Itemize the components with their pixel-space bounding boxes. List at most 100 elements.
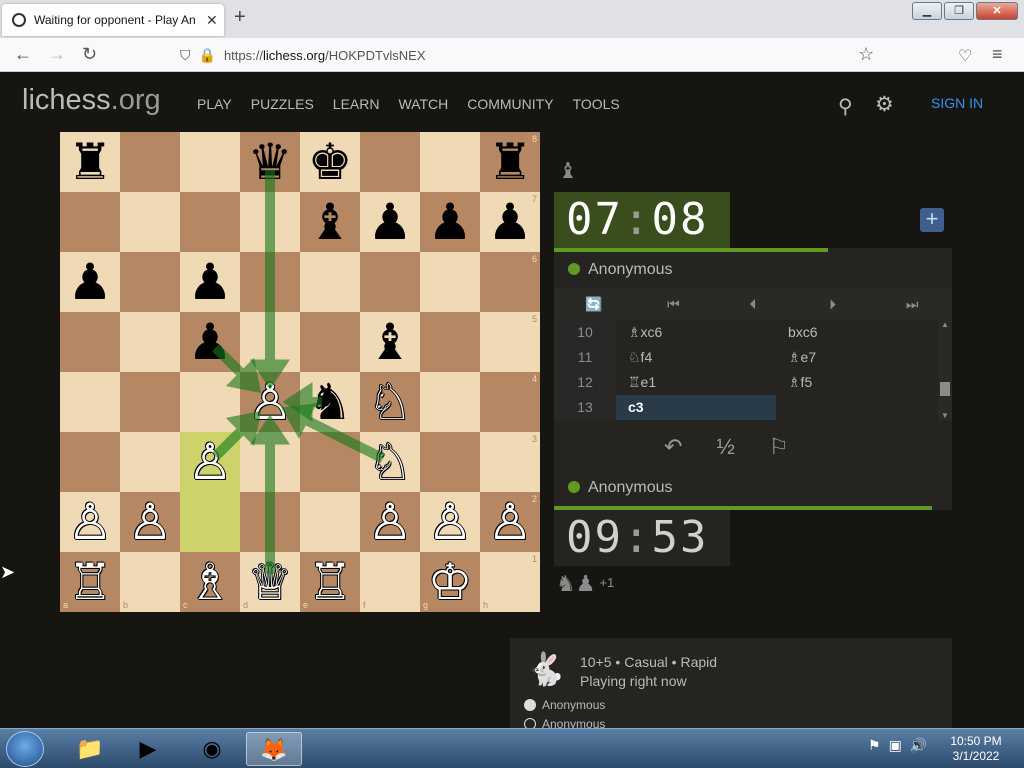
square-a7[interactable] — [60, 192, 120, 252]
square-g5[interactable] — [420, 312, 480, 372]
square-b4[interactable] — [120, 372, 180, 432]
white-piece-d4[interactable]: ♙ — [240, 372, 300, 432]
square-h5[interactable] — [480, 312, 540, 372]
minimize-button[interactable]: ▁ — [912, 2, 942, 20]
black-piece-f7[interactable]: ♟ — [360, 192, 420, 252]
prev-move-icon[interactable]: ⏴ — [713, 288, 793, 320]
firefox-icon[interactable]: 🦊 — [246, 732, 302, 766]
square-b5[interactable] — [120, 312, 180, 372]
square-c4[interactable] — [180, 372, 240, 432]
square-g3[interactable] — [420, 432, 480, 492]
black-piece-e7[interactable]: ♝ — [300, 192, 360, 252]
last-move-icon[interactable]: ⏭ — [872, 288, 952, 320]
player-top[interactable]: Anonymous — [554, 252, 952, 288]
action-center-icon[interactable]: ⚑ — [868, 737, 881, 754]
square-h6[interactable] — [480, 252, 540, 312]
nav-puzzles[interactable]: PUZZLES — [251, 96, 314, 112]
square-f6[interactable] — [360, 252, 420, 312]
white-piece-g1[interactable]: ♔ — [420, 552, 480, 612]
close-window-button[interactable]: ✕ — [976, 2, 1018, 20]
chrome-icon[interactable]: ◉ — [184, 732, 240, 766]
square-d5[interactable] — [240, 312, 300, 372]
square-e6[interactable] — [300, 252, 360, 312]
first-move-icon[interactable]: ⏮ — [634, 288, 714, 320]
black-piece-f5[interactable]: ♝ — [360, 312, 420, 372]
square-f1[interactable] — [360, 552, 420, 612]
white-piece-a2[interactable]: ♙ — [60, 492, 120, 552]
menu-icon[interactable]: ≡ — [992, 44, 1003, 65]
resign-flag-icon[interactable]: ⚐ — [769, 434, 789, 460]
white-piece-h2[interactable]: ♙ — [480, 492, 540, 552]
square-a3[interactable] — [60, 432, 120, 492]
square-c2[interactable] — [180, 492, 240, 552]
square-h4[interactable] — [480, 372, 540, 432]
square-d2[interactable] — [240, 492, 300, 552]
square-b1[interactable] — [120, 552, 180, 612]
black-move[interactable] — [776, 395, 936, 420]
nav-community[interactable]: COMMUNITY — [467, 96, 553, 112]
sign-in-link[interactable]: SIGN IN — [931, 95, 983, 111]
nav-tools[interactable]: TOOLS — [573, 96, 620, 112]
black-move[interactable]: bxc6 — [776, 320, 936, 345]
back-icon[interactable]: ← — [14, 44, 32, 65]
square-b7[interactable] — [120, 192, 180, 252]
square-a4[interactable] — [60, 372, 120, 432]
white-move[interactable]: ♘f4 — [616, 345, 776, 370]
nav-learn[interactable]: LEARN — [333, 96, 380, 112]
square-b3[interactable] — [120, 432, 180, 492]
square-c7[interactable] — [180, 192, 240, 252]
white-piece-f3[interactable]: ♘ — [360, 432, 420, 492]
file-explorer-icon[interactable]: 📁 — [62, 732, 118, 766]
black-move[interactable]: ♗e7 — [776, 345, 936, 370]
start-button[interactable] — [6, 731, 44, 767]
square-c8[interactable] — [180, 132, 240, 192]
reload-icon[interactable]: ↻ — [82, 44, 97, 65]
offer-draw-button[interactable]: ½ — [716, 434, 734, 460]
next-move-icon[interactable]: ⏵ — [793, 288, 873, 320]
white-piece-c1[interactable]: ♗ — [180, 552, 240, 612]
square-d7[interactable] — [240, 192, 300, 252]
nav-watch[interactable]: WATCH — [398, 96, 448, 112]
scroll-thumb[interactable] — [940, 382, 950, 396]
white-piece-g2[interactable]: ♙ — [420, 492, 480, 552]
white-piece-a1[interactable]: ♖ — [60, 552, 120, 612]
maximize-button[interactable]: ❐ — [944, 2, 974, 20]
network-icon[interactable]: ▣ — [889, 737, 902, 754]
flip-board-icon[interactable]: 🔄 — [554, 288, 634, 320]
search-icon[interactable]: ⚲ — [838, 94, 853, 119]
black-piece-d8[interactable]: ♛ — [240, 132, 300, 192]
square-f8[interactable] — [360, 132, 420, 192]
white-piece-f4[interactable]: ♘ — [360, 372, 420, 432]
black-piece-c6[interactable]: ♟ — [180, 252, 240, 312]
add-time-button[interactable]: + — [920, 208, 944, 232]
pocket-icon[interactable]: ♡ — [958, 46, 972, 66]
bookmark-star-icon[interactable]: ☆ — [858, 44, 874, 65]
site-logo[interactable]: lichess.org — [22, 84, 161, 117]
info-player-white[interactable]: Anonymous — [524, 698, 605, 712]
square-g4[interactable] — [420, 372, 480, 432]
square-g6[interactable] — [420, 252, 480, 312]
square-h3[interactable] — [480, 432, 540, 492]
system-clock[interactable]: 10:50 PM 3/1/2022 — [946, 734, 1006, 764]
black-move[interactable]: ♗f5 — [776, 370, 936, 395]
square-d6[interactable] — [240, 252, 300, 312]
forward-icon[interactable]: → — [48, 44, 66, 65]
white-move[interactable]: ♖e1 — [616, 370, 776, 395]
square-d3[interactable] — [240, 432, 300, 492]
white-piece-e1[interactable]: ♖ — [300, 552, 360, 612]
black-piece-e8[interactable]: ♚ — [300, 132, 360, 192]
square-b6[interactable] — [120, 252, 180, 312]
url-bar[interactable]: ⛉ 🔒 https://lichess.org/HOKPDTvlsNEX — [180, 43, 880, 67]
move-list-scrollbar[interactable]: ▲ ▼ — [938, 320, 952, 420]
square-h1[interactable] — [480, 552, 540, 612]
black-piece-g7[interactable]: ♟ — [420, 192, 480, 252]
white-piece-c3[interactable]: ♙ — [180, 432, 240, 492]
nav-play[interactable]: PLAY — [197, 96, 232, 112]
volume-icon[interactable]: 🔊 — [910, 737, 927, 754]
square-e2[interactable] — [300, 492, 360, 552]
white-piece-f2[interactable]: ♙ — [360, 492, 420, 552]
current-move[interactable]: c3 — [616, 395, 776, 420]
square-g8[interactable] — [420, 132, 480, 192]
tab-close-button[interactable]: ✕ — [206, 12, 218, 29]
media-player-icon[interactable]: ▶ — [120, 732, 176, 766]
